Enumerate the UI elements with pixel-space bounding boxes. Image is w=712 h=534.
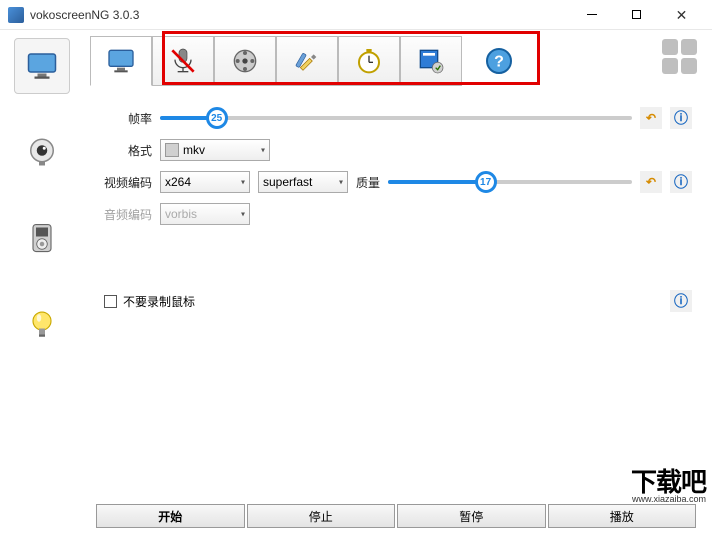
tab-misc[interactable] xyxy=(400,36,462,86)
settings-area: 帧率 25 ↶ ⓘ 格式 mkv 视频编码 x264 xyxy=(90,96,702,502)
quality-thumb[interactable]: 17 xyxy=(475,171,497,193)
format-icon xyxy=(165,143,179,157)
no-record-mouse-checkbox[interactable] xyxy=(104,295,117,308)
video-preset-select[interactable]: superfast xyxy=(258,171,348,193)
close-button[interactable]: ✕ xyxy=(659,1,704,29)
sidebar-item-webcam[interactable] xyxy=(14,124,70,180)
tab-apps[interactable] xyxy=(662,36,702,76)
tab-audio[interactable] xyxy=(152,36,214,86)
pause-button[interactable]: 暂停 xyxy=(397,504,546,528)
row-no-record-mouse: 不要录制鼠标 ⓘ xyxy=(104,290,692,312)
framerate-info-button[interactable]: ⓘ xyxy=(670,107,692,129)
minimize-button[interactable] xyxy=(569,1,614,29)
tab-codec[interactable] xyxy=(214,36,276,86)
start-button[interactable]: 开始 xyxy=(96,504,245,528)
quality-label: 质量 xyxy=(356,174,380,191)
framerate-label: 帧率 xyxy=(96,110,152,127)
window-title: vokoscreenNG 3.0.3 xyxy=(30,8,569,22)
app-icon xyxy=(8,7,24,23)
watermark-url: www.xiazaiba.com xyxy=(631,495,706,504)
format-label: 格式 xyxy=(96,142,152,159)
video-codec-select[interactable]: x264 xyxy=(160,171,250,193)
row-framerate: 帧率 25 ↶ ⓘ xyxy=(96,102,692,134)
framerate-reset-button[interactable]: ↶ xyxy=(640,107,662,129)
row-format: 格式 mkv xyxy=(96,134,692,166)
svg-text:?: ? xyxy=(494,53,504,70)
tab-help[interactable]: ? xyxy=(468,36,530,86)
format-value: mkv xyxy=(183,143,205,157)
watermark-text: 下载吧 xyxy=(631,469,706,495)
video-codec-label: 视频编码 xyxy=(96,174,152,191)
audio-codec-value: vorbis xyxy=(165,207,197,221)
sidebar-item-bulb[interactable] xyxy=(14,296,70,352)
watermark: 下载吧 www.xiazaiba.com xyxy=(631,469,706,504)
sidebar-item-monitor[interactable] xyxy=(14,38,70,94)
no-record-mouse-label: 不要录制鼠标 xyxy=(123,293,195,310)
mouse-info-button[interactable]: ⓘ xyxy=(670,290,692,312)
tab-screen[interactable] xyxy=(90,36,152,86)
play-button[interactable]: 播放 xyxy=(548,504,697,528)
tab-timer[interactable] xyxy=(338,36,400,86)
quality-slider[interactable]: 17 xyxy=(388,171,632,193)
audio-codec-label: 音频编码 xyxy=(96,206,152,223)
quality-reset-button[interactable]: ↶ xyxy=(640,171,662,193)
main-panel: ? 帧率 25 ↶ ⓘ 格式 mk xyxy=(90,30,712,534)
format-select[interactable]: mkv xyxy=(160,139,270,161)
video-preset-value: superfast xyxy=(263,175,312,189)
row-video-codec: 视频编码 x264 superfast 质量 17 ↶ ⓘ xyxy=(96,166,692,198)
sidebar-item-player[interactable] xyxy=(14,210,70,266)
bottom-bar: 开始 停止 暂停 播放 xyxy=(90,502,702,534)
framerate-slider[interactable]: 25 xyxy=(160,107,632,129)
maximize-button[interactable] xyxy=(614,1,659,29)
video-codec-value: x264 xyxy=(165,175,191,189)
sidebar xyxy=(0,30,90,534)
row-audio-codec: 音频编码 vorbis xyxy=(96,198,692,230)
framerate-thumb[interactable]: 25 xyxy=(206,107,228,129)
tab-tools[interactable] xyxy=(276,36,338,86)
stop-button[interactable]: 停止 xyxy=(247,504,396,528)
title-bar: vokoscreenNG 3.0.3 ✕ xyxy=(0,0,712,30)
tab-bar: ? xyxy=(90,36,702,86)
video-info-button[interactable]: ⓘ xyxy=(670,171,692,193)
audio-codec-select[interactable]: vorbis xyxy=(160,203,250,225)
